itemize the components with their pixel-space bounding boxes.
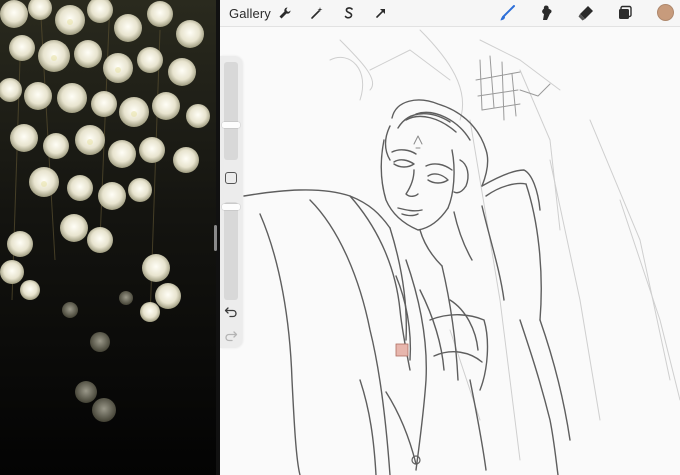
opacity-slider[interactable] <box>224 202 238 300</box>
color-swatch-button[interactable] <box>657 4 674 21</box>
white-flowers-photo <box>0 0 216 475</box>
left-sidebar <box>220 56 242 348</box>
brush-icon[interactable] <box>498 3 518 23</box>
undo-icon[interactable] <box>224 306 238 318</box>
gallery-button[interactable]: Gallery <box>229 6 271 21</box>
pendant-sketch <box>395 343 409 357</box>
drawing-canvas[interactable] <box>220 26 680 475</box>
drawing-app: Gallery <box>220 0 680 475</box>
modify-square-icon[interactable] <box>225 172 237 184</box>
selection-icon[interactable] <box>339 3 359 23</box>
redo-icon[interactable] <box>224 330 238 342</box>
brush-size-thumb[interactable] <box>222 122 240 128</box>
layers-icon[interactable] <box>615 3 635 23</box>
top-toolbar: Gallery <box>220 0 680 27</box>
magic-wand-icon[interactable] <box>307 3 327 23</box>
split-view-handle[interactable] <box>214 225 217 251</box>
smudge-icon[interactable] <box>536 3 556 23</box>
opacity-thumb[interactable] <box>222 204 240 210</box>
reference-photo-panel <box>0 0 216 475</box>
transform-arrow-icon[interactable] <box>371 3 391 23</box>
eraser-icon[interactable] <box>576 3 596 23</box>
wrench-icon[interactable] <box>275 3 295 23</box>
sketch-artwork <box>243 29 680 475</box>
brush-size-slider[interactable] <box>224 62 238 160</box>
